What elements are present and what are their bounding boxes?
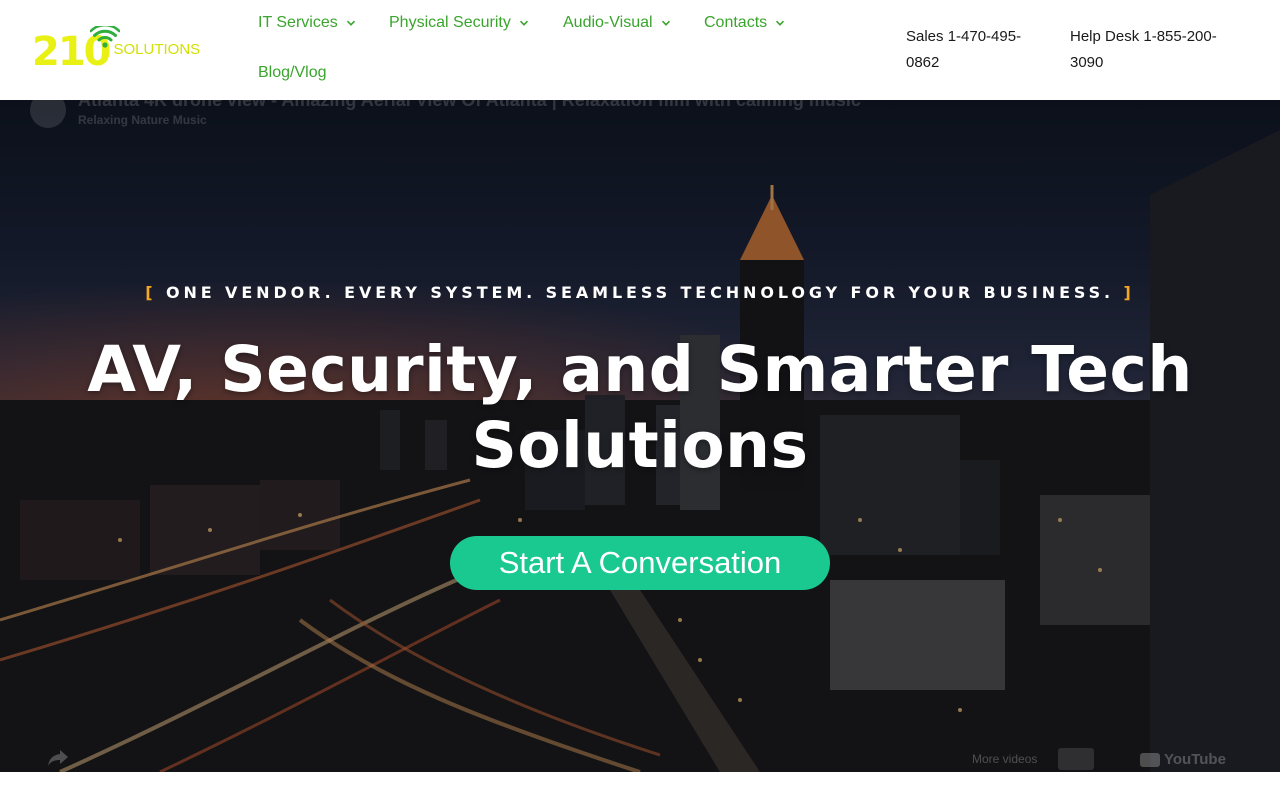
video-channel[interactable]: Relaxing Nature Music — [78, 113, 207, 127]
chevron-down-icon — [346, 20, 355, 26]
nav-item-label: Contacts — [704, 14, 768, 31]
nav-item-label: IT Services — [258, 14, 338, 31]
nav-item-label: Audio-Visual — [563, 14, 653, 31]
nav-item-physical-security[interactable]: Physical Security — [389, 14, 529, 32]
hero-headline: AV, Security, and Smarter Tech Solutions — [87, 333, 1193, 482]
more-videos-link[interactable]: More videos — [972, 752, 1037, 766]
start-conversation-button[interactable]: Start A Conversation — [450, 536, 830, 590]
nav-item-label: Blog/Vlog — [258, 64, 327, 81]
nav-item-contacts[interactable]: Contacts — [704, 14, 785, 32]
nav-item-audio-visual[interactable]: Audio-Visual — [563, 14, 671, 32]
logo-wordmark: SOLUTIONS — [113, 41, 201, 58]
nav-item-it-services[interactable]: IT Services — [258, 14, 356, 32]
main-nav: IT Services Physical Security Audio-Visu… — [258, 0, 818, 100]
youtube-wordmark: YouTube — [1164, 751, 1226, 768]
tagline-text: ONE VENDOR. EVERY SYSTEM. SEAMLESS TECHN… — [165, 283, 1115, 302]
nav-item-blog-vlog[interactable]: Blog/Vlog — [258, 64, 327, 82]
youtube-play-icon — [1140, 752, 1160, 767]
youtube-logo[interactable]: YouTube — [1140, 751, 1226, 768]
brand-logo[interactable]: 210 SOLUTIONS — [32, 26, 212, 72]
chevron-down-icon — [776, 20, 785, 26]
tagline-bracket-open: [ — [145, 283, 157, 302]
wifi-icon — [90, 26, 120, 48]
more-videos-thumbnail[interactable] — [1058, 748, 1094, 770]
help-desk-phone[interactable]: Help Desk 1-855-200-3090 — [1070, 24, 1230, 76]
chevron-down-icon — [661, 20, 670, 26]
video-title[interactable]: Atlanta 4K drone view - Amazing Aerial V… — [78, 100, 861, 111]
hero-tagline: [ ONE VENDOR. EVERY SYSTEM. SEAMLESS TEC… — [0, 283, 1280, 302]
tagline-bracket-close: ] — [1123, 283, 1135, 302]
hero-section: Atlanta 4K drone view - Amazing Aerial V… — [0, 100, 1280, 772]
share-icon[interactable] — [46, 748, 70, 768]
nav-item-label: Physical Security — [389, 14, 511, 31]
chevron-down-icon — [519, 20, 528, 26]
sales-phone[interactable]: Sales 1-470-495-0862 — [906, 24, 1036, 76]
site-header: 210 SOLUTIONS IT Services Physical Secur… — [0, 0, 1280, 100]
